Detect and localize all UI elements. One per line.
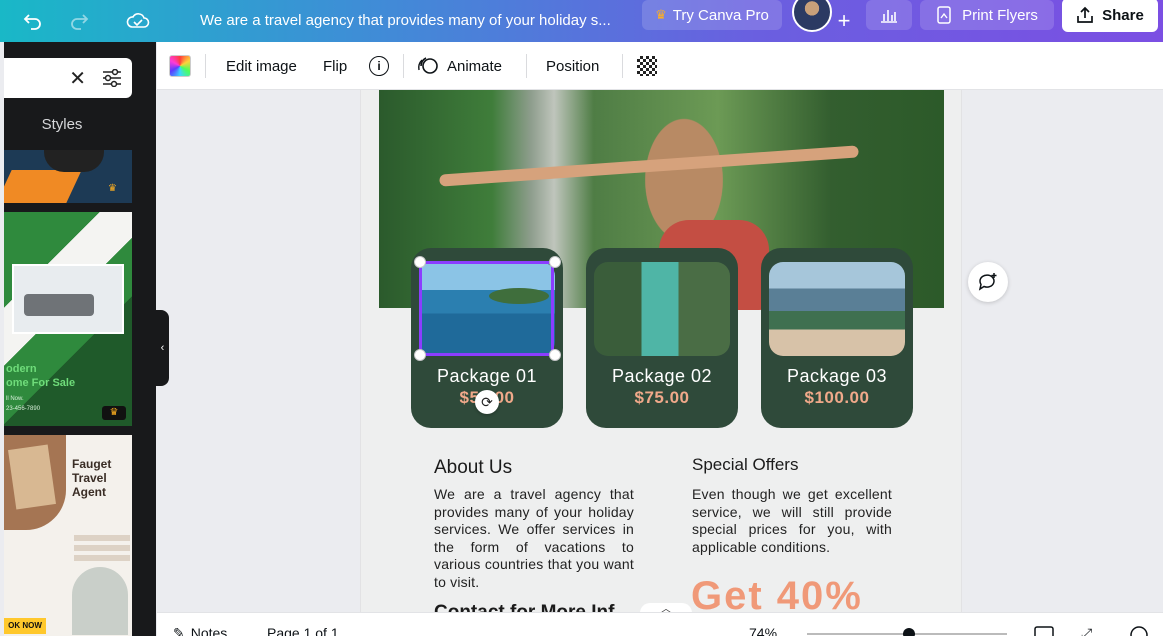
offers-text: Even though we get excellent service, we… (692, 486, 892, 555)
share-button[interactable]: Share (1062, 0, 1158, 32)
toolbar-divider (526, 54, 527, 78)
resize-handle[interactable] (414, 256, 426, 268)
help-icon[interactable] (1129, 623, 1149, 636)
insights-button[interactable] (866, 0, 912, 30)
template-thumbnail[interactable]: ♛ (4, 150, 132, 203)
zoom-level[interactable]: 74% (749, 623, 777, 636)
try-canva-pro-button[interactable]: ♛ Try Canva Pro (642, 0, 782, 30)
comment-plus-icon (978, 273, 997, 291)
styles-panel: ✕ Styles ♛ odern ome For Sale ll Now. 23… (4, 42, 156, 636)
print-icon (937, 6, 951, 24)
page-indicator[interactable]: Page 1 of 1 (267, 623, 339, 636)
thumb-title-line2: ome For Sale (6, 377, 76, 389)
page-count-icon[interactable] (1033, 623, 1055, 636)
animate-label: Animate (447, 57, 503, 75)
share-label: Share (1102, 6, 1144, 24)
notes-button[interactable]: ✎ Notes (173, 623, 227, 636)
package-price: $75.00 (634, 388, 690, 407)
close-icon[interactable]: ✕ (69, 66, 86, 91)
notes-label: Notes (190, 625, 228, 636)
animate-icon (418, 57, 438, 74)
collapse-panel-button[interactable]: ‹ (156, 310, 169, 386)
context-toolbar: Edit image Flip i Animate Position (157, 42, 1163, 90)
thumb-cta: OK NOW (4, 618, 46, 634)
template-thumbnail[interactable]: Fauget Travel Agent OK NOW (4, 435, 132, 636)
design-page[interactable]: Package 01 $50.00 Package 02 $75.00 Pack… (360, 90, 962, 620)
offers-heading: Special Offers (692, 455, 799, 474)
crown-icon: ♛ (655, 7, 667, 22)
undo-icon[interactable] (18, 0, 48, 42)
flip-button[interactable]: Flip (323, 42, 347, 90)
transparency-icon (637, 56, 657, 76)
thumb-text-line3: ll Now. (6, 396, 24, 402)
print-flyers-label: Print Flyers (962, 6, 1038, 24)
template-thumbnail[interactable]: odern ome For Sale ll Now. 23-456-7890 ♛ (4, 212, 132, 426)
package-price: $100.00 (804, 388, 870, 407)
package-title: Package 03 (786, 366, 888, 386)
styles-heading: Styles (41, 116, 83, 133)
position-button[interactable]: Position (546, 42, 599, 90)
crown-icon: ♛ (102, 406, 126, 420)
thumb-text-line4: 23-456-7890 (6, 406, 41, 412)
info-button[interactable]: i (369, 42, 389, 90)
edit-image-button[interactable]: Edit image (226, 42, 297, 90)
package-card[interactable]: Package 02 $75.00 (586, 248, 738, 428)
print-flyers-button[interactable]: Print Flyers (920, 0, 1054, 30)
resize-handle[interactable] (549, 349, 561, 361)
crown-icon: ♛ (108, 183, 117, 194)
toolbar-divider (403, 54, 404, 78)
bar-chart-icon (881, 10, 897, 23)
about-heading: About Us (434, 457, 513, 478)
color-swatch-icon (169, 55, 191, 77)
avatar[interactable] (792, 0, 832, 32)
package-title: Package 01 (436, 366, 538, 386)
hero-figure-arms (439, 145, 859, 187)
resize-handle[interactable] (414, 349, 426, 361)
zoom-slider-handle[interactable] (903, 628, 915, 636)
redo-icon[interactable] (64, 0, 94, 42)
cloud-saved-icon[interactable] (122, 0, 154, 42)
toolbar-divider (622, 54, 623, 78)
toolbar-divider (205, 54, 206, 78)
info-icon: i (369, 56, 389, 76)
package-title: Package 02 (611, 366, 713, 386)
thumb-title-line1: odern (6, 363, 37, 375)
selection-frame (419, 261, 554, 356)
document-title[interactable]: We are a travel agency that provides man… (200, 0, 611, 42)
fullscreen-icon[interactable]: ⤢ (1081, 623, 1092, 636)
notes-icon: ✎ (173, 624, 185, 636)
color-picker-button[interactable] (169, 42, 191, 90)
about-text: We are a travel agency that provides man… (434, 486, 634, 590)
top-bar: We are a travel agency that provides man… (0, 0, 1163, 42)
package-card[interactable]: Package 03 $100.00 (761, 248, 913, 428)
thumb-title: Fauget Travel Agent (72, 457, 112, 499)
try-canva-pro-label: Try Canva Pro (672, 6, 769, 24)
package-photo[interactable] (594, 262, 730, 356)
add-collaborator-icon[interactable]: + (832, 0, 856, 42)
rotate-handle-icon[interactable]: ⟳ (475, 390, 499, 414)
transparency-button[interactable] (637, 42, 657, 90)
package-photo[interactable] (769, 262, 905, 356)
search-input[interactable]: ✕ (4, 58, 132, 98)
bottom-bar: ✎ Notes Page 1 of 1 74% ⤢ (157, 612, 1163, 636)
filter-icon[interactable] (102, 69, 122, 87)
chevron-left-icon: ‹ (160, 342, 165, 354)
animate-button[interactable]: Animate (417, 42, 502, 90)
upload-icon (1077, 6, 1093, 23)
resize-handle[interactable] (549, 256, 561, 268)
add-comment-button[interactable] (968, 262, 1008, 302)
